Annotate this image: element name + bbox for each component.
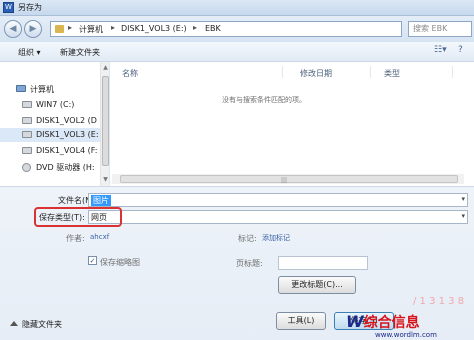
nav-item-win7[interactable]: WIN7 (C:) — [0, 98, 100, 112]
nav-item-label: 计算机 — [30, 85, 54, 94]
thumbnail-checkbox[interactable]: ✓ — [88, 256, 97, 265]
address-bar[interactable]: ▸ 计算机 ▸ DISK1_VOL3 (E:) ▸ EBK ▾ — [50, 21, 447, 37]
word-app-icon: W — [3, 2, 14, 13]
breadcrumb-separator: ▸ — [68, 23, 73, 32]
file-list-hscrollbar[interactable]: ||| — [112, 174, 464, 184]
nav-item-disk1-vol2[interactable]: DISK1_VOL2 (D — [0, 114, 100, 128]
address-row: ◀ ▶ ▸ 计算机 ▸ DISK1_VOL3 (E:) ▸ EBK ▾ 搜索 E… — [0, 16, 474, 42]
back-button[interactable]: ◀ — [4, 20, 22, 38]
column-divider[interactable] — [370, 66, 371, 78]
filename-value: 图片 — [91, 195, 111, 206]
drive-icon — [22, 147, 32, 154]
column-header-type[interactable]: 类型 — [384, 68, 400, 79]
tags-input[interactable]: 添加标记 — [262, 233, 290, 243]
help-icon[interactable]: ? — [458, 45, 463, 55]
dvd-drive-icon — [22, 163, 31, 172]
nav-item-dvd-drive[interactable]: DVD 驱动器 (H: — [0, 160, 100, 174]
hscroll-thumb[interactable]: ||| — [120, 175, 458, 184]
nav-item-label: DISK1_VOL3 (E: — [36, 130, 99, 139]
empty-folder-message: 没有与搜索条件匹配的项。 — [222, 96, 306, 104]
watermark-logo: W综合信息 — [346, 312, 420, 332]
watermark-w: W — [346, 312, 364, 331]
column-divider[interactable] — [282, 66, 283, 78]
column-header-name[interactable]: 名称 — [122, 68, 138, 79]
nav-item-computer[interactable]: 计算机 — [0, 82, 100, 96]
nav-item-label: DISK1_VOL4 (F: — [36, 146, 98, 155]
navigation-pane: 计算机 WIN7 (C:) DISK1_VOL2 (D DISK1_VOL3 (… — [0, 62, 110, 186]
drive-icon — [22, 117, 32, 124]
filetype-select[interactable]: 网页 ▾ — [88, 210, 468, 224]
drive-icon — [22, 131, 32, 138]
chevron-up-icon[interactable] — [10, 321, 18, 326]
drive-icon — [22, 101, 32, 108]
change-title-button[interactable]: 更改标题(C)... — [278, 276, 356, 294]
scroll-thumb[interactable] — [102, 76, 109, 166]
page-title-field[interactable] — [278, 256, 368, 270]
breadcrumb-disk1-vol3[interactable]: DISK1_VOL3 (E:) — [121, 24, 187, 33]
tags-label: 标记: — [238, 234, 257, 243]
search-input[interactable]: 搜索 EBK — [408, 21, 472, 37]
nav-item-disk1-vol4[interactable]: DISK1_VOL4 (F: — [0, 144, 100, 158]
nav-item-label: WIN7 (C:) — [36, 100, 75, 109]
breadcrumb-computer[interactable]: 计算机 — [79, 24, 103, 35]
window-title: 另存为 — [18, 3, 42, 12]
title-bar: W 另存为 — [0, 0, 474, 16]
filename-input[interactable]: 图片 ▾ — [88, 193, 468, 207]
thumbnail-label: 保存缩略图 — [100, 258, 140, 267]
scroll-up-icon[interactable]: ▲ — [101, 63, 110, 72]
computer-icon — [16, 85, 26, 92]
toolbar: 组织 ▾ 新建文件夹 ☷▾ ? — [0, 42, 474, 62]
chevron-down-icon[interactable]: ▾ — [461, 212, 465, 220]
nav-item-disk1-vol3[interactable]: DISK1_VOL3 (E: — [0, 128, 100, 142]
nav-item-label: DVD 驱动器 (H: — [36, 163, 95, 172]
breadcrumb-separator: ▸ — [193, 23, 198, 32]
page-title-label: 页标题: — [236, 259, 263, 268]
column-header-modified[interactable]: 修改日期 — [300, 68, 332, 79]
view-options-icon[interactable]: ☷▾ — [434, 45, 447, 55]
author-value[interactable]: ahcxf — [90, 233, 109, 241]
column-divider[interactable] — [452, 66, 453, 78]
hide-folders-button[interactable]: 隐藏文件夹 — [22, 319, 62, 330]
highlight-annotation-box — [34, 207, 122, 227]
tools-button[interactable]: 工具(L) — [276, 312, 326, 330]
author-label: 作者: — [66, 234, 85, 243]
file-list[interactable]: 名称 修改日期 类型 没有与搜索条件匹配的项。 — [112, 62, 474, 186]
breadcrumb-ebk[interactable]: EBK — [205, 24, 221, 33]
scroll-down-icon[interactable]: ▼ — [101, 175, 110, 184]
nav-item-label: DISK1_VOL2 (D — [36, 116, 97, 125]
scroll-grip-icon: ||| — [281, 177, 288, 184]
organize-menu[interactable]: 组织 ▾ — [18, 47, 41, 58]
breadcrumb-separator: ▸ — [111, 23, 116, 32]
new-folder-button[interactable]: 新建文件夹 — [60, 47, 100, 58]
forward-button[interactable]: ▶ — [24, 20, 42, 38]
watermark-url: www.wordlm.com — [375, 331, 437, 339]
watermark-faint-text: / 1 3 1 3 8 — [413, 296, 465, 307]
chevron-down-icon[interactable]: ▾ — [461, 195, 465, 203]
folder-icon — [55, 25, 64, 33]
watermark-text: 综合信息 — [363, 315, 420, 331]
nav-pane-scrollbar[interactable]: ▲ ▼ — [100, 62, 109, 186]
